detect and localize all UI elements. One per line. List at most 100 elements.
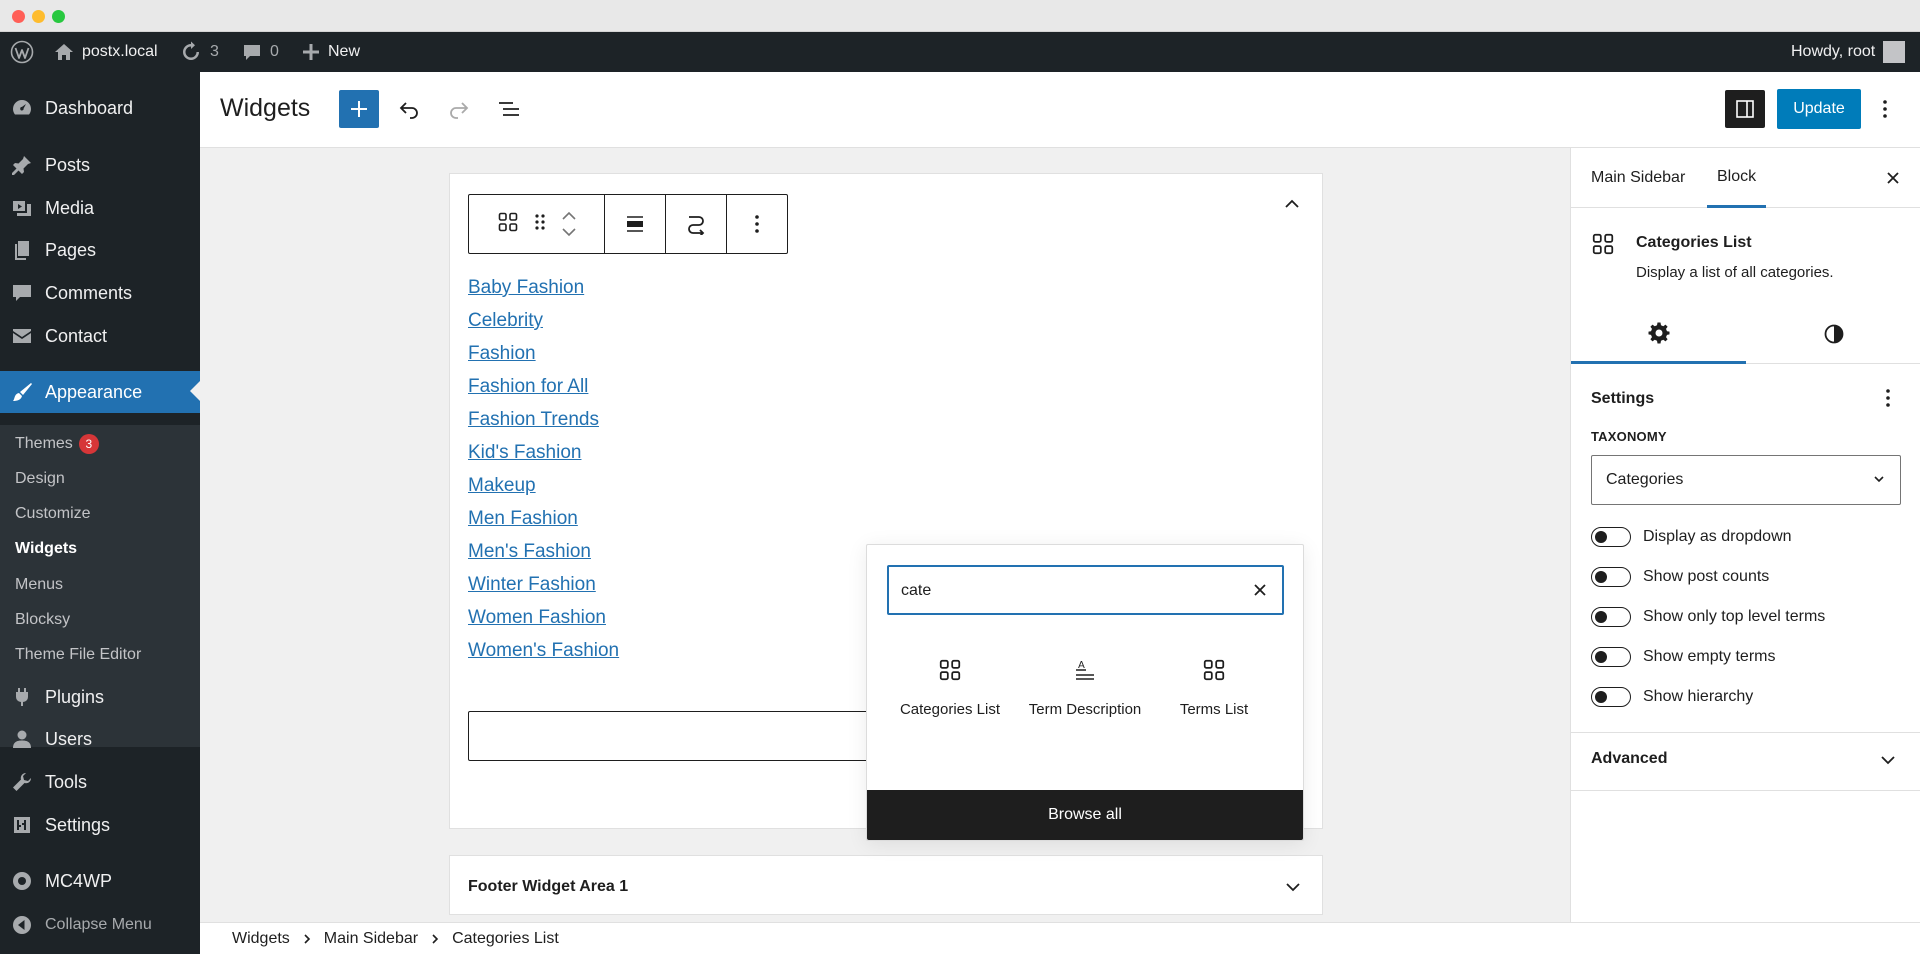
sidebar-item-dashboard[interactable]: Dashboard — [0, 88, 200, 128]
more-options-button[interactable] — [1870, 90, 1900, 128]
block-inserter-button[interactable] — [339, 90, 379, 128]
drag-handle[interactable] — [533, 211, 547, 238]
close-settings-button[interactable] — [1881, 166, 1905, 190]
submenu-item-customize[interactable]: Customize — [15, 502, 91, 526]
advanced-panel-toggle[interactable]: Advanced — [1591, 750, 1667, 768]
sidebar-item-label: Users — [45, 728, 93, 749]
collapse-widget-area-button[interactable] — [1280, 192, 1304, 216]
category-link[interactable]: Winter Fashion — [468, 568, 619, 601]
sidebar-item-plugins[interactable]: Plugins — [0, 677, 200, 717]
clear-search-button[interactable] — [1248, 578, 1272, 602]
category-link[interactable]: Women Fashion — [468, 601, 619, 634]
undo-button[interactable] — [389, 90, 429, 128]
sidebar-item-tools[interactable]: Tools — [0, 762, 200, 802]
tab-block[interactable]: Block — [1707, 148, 1767, 208]
panel-divider — [1571, 732, 1920, 733]
inserter-result-term-description[interactable]: A Term Description — [1021, 655, 1149, 718]
submenu-item-widgets[interactable]: Widgets — [15, 537, 77, 561]
category-link[interactable]: Fashion Trends — [468, 403, 619, 436]
inserter-result-categories-list[interactable]: Categories List — [890, 655, 1010, 718]
chevron-down-icon[interactable] — [1285, 882, 1301, 892]
updates-link[interactable]: 3 — [180, 32, 219, 72]
sidebar-item-appearance[interactable]: Appearance — [0, 371, 200, 413]
site-name-link[interactable]: postx.local — [54, 32, 158, 72]
sidebar-item-label: Appearance — [45, 381, 143, 402]
sidebar-item-contact[interactable]: Contact — [0, 316, 200, 356]
sidebar-item-users[interactable]: Users — [0, 719, 200, 759]
comment-icon — [244, 45, 260, 60]
settings-panel-options-button[interactable] — [1876, 386, 1900, 410]
toggle-switch[interactable] — [1591, 607, 1631, 627]
redo-button[interactable] — [439, 90, 479, 128]
category-link[interactable]: Women's Fashion — [468, 634, 619, 667]
submenu-item-blocksy[interactable]: Blocksy — [15, 608, 70, 632]
category-link[interactable]: Kid's Fashion — [468, 436, 619, 469]
align-wide-icon — [627, 216, 643, 232]
category-link[interactable]: Celebrity — [468, 304, 619, 337]
inserter-result-terms-list[interactable]: Terms List — [1154, 655, 1274, 718]
collapse-menu-button[interactable]: Collapse Menu — [0, 905, 200, 945]
submenu-item-themes[interactable]: Themes 3 — [15, 432, 99, 456]
toggle-switch[interactable] — [1591, 647, 1631, 667]
themes-update-badge: 3 — [78, 434, 99, 454]
taxonomy-select[interactable]: Categories — [1591, 455, 1901, 505]
site-name: postx.local — [82, 43, 158, 60]
category-link[interactable]: Fashion for All — [468, 370, 619, 403]
sidebar-item-posts[interactable]: Posts — [0, 145, 200, 185]
toggle-display-as-dropdown[interactable]: Display as dropdown — [1591, 525, 1792, 549]
block-options-button[interactable] — [727, 195, 787, 253]
sidebar-item-comments[interactable]: Comments — [0, 273, 200, 313]
chevron-down-icon[interactable] — [561, 227, 577, 237]
chevron-up-icon[interactable] — [561, 211, 577, 221]
submenu-item-menus[interactable]: Menus — [15, 573, 63, 597]
toggle-show-empty-terms[interactable]: Show empty terms — [1591, 645, 1775, 669]
sidebar-item-settings[interactable]: Settings — [0, 805, 200, 845]
block-inspector-tabs — [1571, 304, 1920, 364]
toggle-show-post-counts[interactable]: Show post counts — [1591, 565, 1769, 589]
footer-widget-area-1[interactable]: Footer Widget Area 1 — [449, 855, 1323, 915]
category-link[interactable]: Makeup — [468, 469, 619, 502]
list-view-button[interactable] — [489, 90, 529, 128]
transform-button[interactable] — [666, 195, 727, 253]
minimize-window-button[interactable] — [32, 10, 45, 23]
widget-area-title: Footer Widget Area 1 — [468, 878, 629, 895]
breadcrumb-item[interactable]: Widgets — [232, 930, 290, 948]
new-content-link[interactable]: New — [302, 32, 360, 72]
submenu-item-label: Customize — [15, 505, 91, 522]
align-button[interactable] — [605, 195, 666, 253]
sidebar-item-pages[interactable]: Pages — [0, 230, 200, 270]
settings-sidebar-toggle[interactable] — [1725, 90, 1765, 128]
toggle-show-hierarchy[interactable]: Show hierarchy — [1591, 685, 1753, 709]
account-menu[interactable]: Howdy, root — [1791, 32, 1906, 72]
submenu-item-design[interactable]: Design — [15, 467, 65, 491]
toggle-switch[interactable] — [1591, 527, 1631, 547]
sidebar-item-mc4wp[interactable]: MC4WP — [0, 861, 200, 901]
block-type-button[interactable] — [497, 211, 519, 238]
wordpress-logo-icon[interactable] — [10, 32, 34, 72]
browse-all-button[interactable]: Browse all — [867, 790, 1303, 840]
taxonomy-value: Categories — [1606, 471, 1684, 488]
avatar — [1883, 41, 1906, 63]
category-link[interactable]: Men's Fashion — [468, 535, 619, 568]
submenu-item-theme-file-editor[interactable]: Theme File Editor — [15, 643, 141, 667]
tab-main-sidebar[interactable]: Main Sidebar — [1591, 148, 1685, 208]
tab-styles[interactable] — [1746, 304, 1920, 364]
toggle-show-only-top-level-terms[interactable]: Show only top level terms — [1591, 605, 1825, 629]
quick-inserter-popover: Categories List A Term Description Terms… — [866, 544, 1304, 841]
block-card: Categories List Display a list of all ca… — [1571, 208, 1920, 296]
update-button[interactable]: Update — [1777, 89, 1861, 129]
toggle-switch[interactable] — [1591, 567, 1631, 587]
category-link[interactable]: Men Fashion — [468, 502, 619, 535]
category-link[interactable]: Baby Fashion — [468, 271, 619, 304]
updates-count: 3 — [210, 43, 219, 60]
comments-link[interactable]: 0 — [242, 32, 279, 72]
tab-settings[interactable] — [1571, 304, 1746, 364]
close-window-button[interactable] — [12, 10, 25, 23]
inserter-search-input[interactable] — [901, 580, 1231, 602]
advanced-panel-expand[interactable] — [1876, 748, 1900, 772]
category-link[interactable]: Fashion — [468, 337, 619, 370]
toggle-switch[interactable] — [1591, 687, 1631, 707]
maximize-window-button[interactable] — [52, 10, 65, 23]
breadcrumb-item[interactable]: Main Sidebar — [324, 930, 418, 948]
sidebar-item-media[interactable]: Media — [0, 188, 200, 228]
